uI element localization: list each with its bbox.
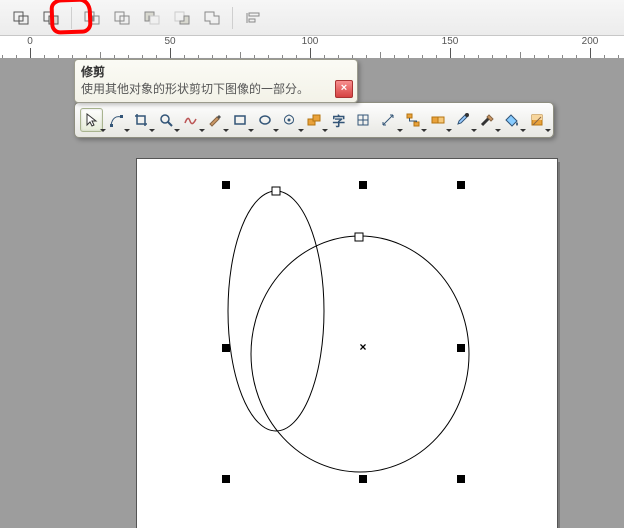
tooltip-close-button[interactable]: × xyxy=(335,80,353,98)
crop-tool-icon xyxy=(134,113,148,127)
polygon-tool-button[interactable] xyxy=(278,108,301,132)
selection-handle[interactable] xyxy=(359,181,367,189)
trim-icon xyxy=(42,10,60,26)
back-minus-front-button[interactable] xyxy=(169,5,195,31)
pick-tool-button[interactable] xyxy=(80,108,103,132)
tooltip-title: 修剪 xyxy=(81,63,351,80)
connector-tool-icon xyxy=(406,113,420,127)
weld-icon xyxy=(12,10,30,26)
table-tool-icon xyxy=(356,113,370,127)
zoom-tool-icon xyxy=(159,113,173,127)
dimension-tool-button[interactable] xyxy=(377,108,400,132)
shape-tool-button[interactable] xyxy=(105,108,128,132)
fill-tool-icon xyxy=(505,113,519,127)
rectangle-tool-button[interactable] xyxy=(228,108,251,132)
boundary-button[interactable] xyxy=(199,5,225,31)
object-node[interactable] xyxy=(272,187,281,196)
selection-handle[interactable] xyxy=(457,344,465,352)
toolbox: 字 xyxy=(74,102,554,138)
zoom-tool-button[interactable] xyxy=(154,108,177,132)
interactive-effects-icon xyxy=(431,113,445,127)
interactive-fill-icon xyxy=(530,113,544,127)
selection-handle[interactable] xyxy=(359,475,367,483)
tooltip: 修剪 使用其他对象的形状剪切下图像的一部分。 × xyxy=(74,59,358,103)
shaping-toolbar xyxy=(0,0,624,36)
object-node[interactable] xyxy=(355,233,364,242)
crop-tool-button[interactable] xyxy=(129,108,152,132)
interactive-effects-button[interactable] xyxy=(426,108,449,132)
back-minus-front-icon xyxy=(173,10,191,26)
simplify-button[interactable] xyxy=(109,5,135,31)
tooltip-description: 使用其他对象的形状剪切下图像的一部分。 xyxy=(81,80,351,97)
interactive-fill-button[interactable] xyxy=(525,108,548,132)
outline-tool-button[interactable] xyxy=(476,108,499,132)
dropdown-indicator-icon xyxy=(545,129,551,132)
selection-center-icon: × xyxy=(359,341,366,355)
ruler-tick xyxy=(30,48,31,58)
text-tool-button[interactable]: 字 xyxy=(327,108,350,132)
rectangle-tool-icon xyxy=(233,113,247,127)
weld-button[interactable] xyxy=(8,5,34,31)
toolbar-separator xyxy=(232,7,233,29)
shape-tool-icon xyxy=(109,113,123,127)
boundary-icon xyxy=(203,10,221,26)
ellipse-tool-button[interactable] xyxy=(253,108,276,132)
text-tool-icon: 字 xyxy=(332,111,345,130)
ruler-tick-label: 0 xyxy=(27,36,33,47)
freehand-tool-button[interactable] xyxy=(179,108,202,132)
ruler-tick-label: 100 xyxy=(302,36,319,47)
freehand-tool-icon xyxy=(183,113,197,127)
selection-handle[interactable] xyxy=(457,475,465,483)
basic-shapes-button[interactable] xyxy=(303,108,326,132)
dimension-tool-icon xyxy=(381,113,395,127)
artistic-media-icon xyxy=(208,113,222,127)
table-tool-button[interactable] xyxy=(352,108,375,132)
ruler-tick-label: 150 xyxy=(442,36,459,47)
polygon-tool-icon xyxy=(282,113,296,127)
artistic-media-button[interactable] xyxy=(204,108,227,132)
eyedropper-tool-icon xyxy=(455,113,469,127)
eyedropper-tool-button[interactable] xyxy=(451,108,474,132)
pick-tool-icon xyxy=(84,113,98,127)
fill-tool-button[interactable] xyxy=(500,108,523,132)
basic-shapes-icon xyxy=(307,113,321,127)
selection-handle[interactable] xyxy=(222,181,230,189)
ruler-tick xyxy=(590,48,591,58)
align-icon xyxy=(244,10,262,26)
horizontal-ruler: 0 50 100 150 200 xyxy=(0,36,624,59)
ruler-tick-label: 200 xyxy=(582,36,599,47)
selection-handle[interactable] xyxy=(222,475,230,483)
ruler-tick xyxy=(170,48,171,58)
front-minus-back-icon xyxy=(143,10,161,26)
intersect-button[interactable] xyxy=(79,5,105,31)
selection-handle[interactable] xyxy=(457,181,465,189)
intersect-icon xyxy=(83,10,101,26)
simplify-icon xyxy=(113,10,131,26)
front-minus-back-button[interactable] xyxy=(139,5,165,31)
outline-tool-icon xyxy=(480,113,494,127)
ellipse-tool-icon xyxy=(258,113,272,127)
ruler-tick-label: 50 xyxy=(164,36,175,47)
toolbar-separator xyxy=(71,7,72,29)
ruler-tick xyxy=(310,48,311,58)
connector-tool-button[interactable] xyxy=(402,108,425,132)
align-button[interactable] xyxy=(240,5,266,31)
trim-button[interactable] xyxy=(38,5,64,31)
selection-handle[interactable] xyxy=(222,344,230,352)
ruler-tick xyxy=(450,48,451,58)
